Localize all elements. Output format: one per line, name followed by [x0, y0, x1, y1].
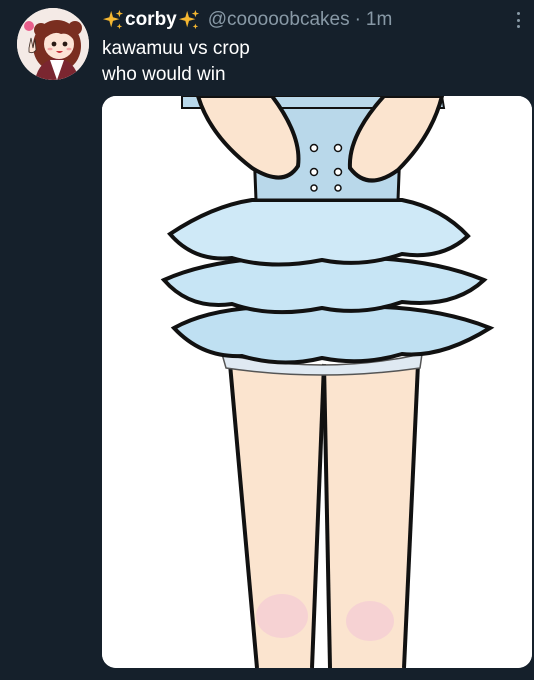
- user-handle[interactable]: @cooooobcakes: [208, 9, 350, 31]
- more-options-icon[interactable]: [510, 10, 526, 30]
- tweet-text: kawamuu vs crop who would win: [102, 36, 250, 88]
- tweet-header: corby @cooooobcakes · 1m: [102, 6, 392, 34]
- display-name[interactable]: corby: [125, 9, 177, 31]
- tweet-media-image[interactable]: [102, 96, 532, 668]
- separator-dot: ·: [354, 9, 361, 30]
- tweet-text-line: who would win: [102, 64, 226, 85]
- sparkle-icon: [178, 9, 199, 30]
- tweet-text-line: kawamuu vs crop: [102, 38, 250, 59]
- girl-avatar-icon: [17, 8, 89, 80]
- avatar[interactable]: [17, 8, 89, 80]
- drawing-image: [102, 96, 532, 668]
- timestamp[interactable]: 1m: [366, 9, 392, 31]
- sparkle-icon: [102, 9, 124, 30]
- tweet[interactable]: corby @cooooobcakes · 1m kawamuu vs crop…: [0, 0, 534, 680]
